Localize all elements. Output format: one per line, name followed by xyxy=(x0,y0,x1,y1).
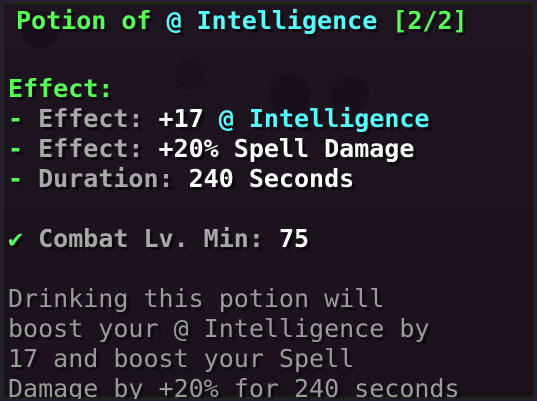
item-title: Potion of @ Intelligence [2/2] xyxy=(16,6,468,36)
effect-label: Effect: xyxy=(38,134,159,163)
effect-line-duration: - Duration: 240 Seconds xyxy=(8,164,354,194)
intelligence-icon: @ xyxy=(218,104,234,133)
title-stat-name: Intelligence xyxy=(181,6,378,35)
effect-value: +17 xyxy=(158,104,219,133)
effect-value: +20% Spell Damage xyxy=(158,134,415,163)
effect-label: Effect: xyxy=(38,104,159,133)
duration-value: 240 Seconds xyxy=(188,164,355,193)
effect-bullet: - xyxy=(8,104,39,133)
duration-label: Duration: xyxy=(38,164,189,193)
requirement-value: 75 xyxy=(278,224,310,253)
effect-line-spell-damage: - Effect: +20% Spell Damage xyxy=(8,134,414,164)
description-line: Drinking this potion will xyxy=(8,284,385,313)
title-prefix: Potion of xyxy=(16,6,167,35)
title-count: [2/2] xyxy=(377,6,468,35)
intelligence-icon: @ xyxy=(166,6,182,35)
effect-stat: Intelligence xyxy=(233,104,430,133)
check-icon: ✔ xyxy=(8,224,24,253)
effect-bullet: - xyxy=(8,164,39,193)
item-tooltip: Potion of @ Intelligence [2/2] Effect: -… xyxy=(0,0,537,401)
requirement-label: Combat Lv. Min: xyxy=(23,224,279,253)
description-line: Damage by +20% for 240 seconds xyxy=(8,374,460,401)
effect-line-intelligence: - Effect: +17 @ Intelligence xyxy=(8,104,429,134)
description-line: boost your @ Intelligence by xyxy=(8,314,430,343)
effect-header: Effect: xyxy=(8,74,114,103)
combat-level-requirement: ✔ Combat Lv. Min: 75 xyxy=(8,224,309,254)
effect-bullet: - xyxy=(8,134,39,163)
description-line: 17 and boost your Spell xyxy=(8,344,355,373)
